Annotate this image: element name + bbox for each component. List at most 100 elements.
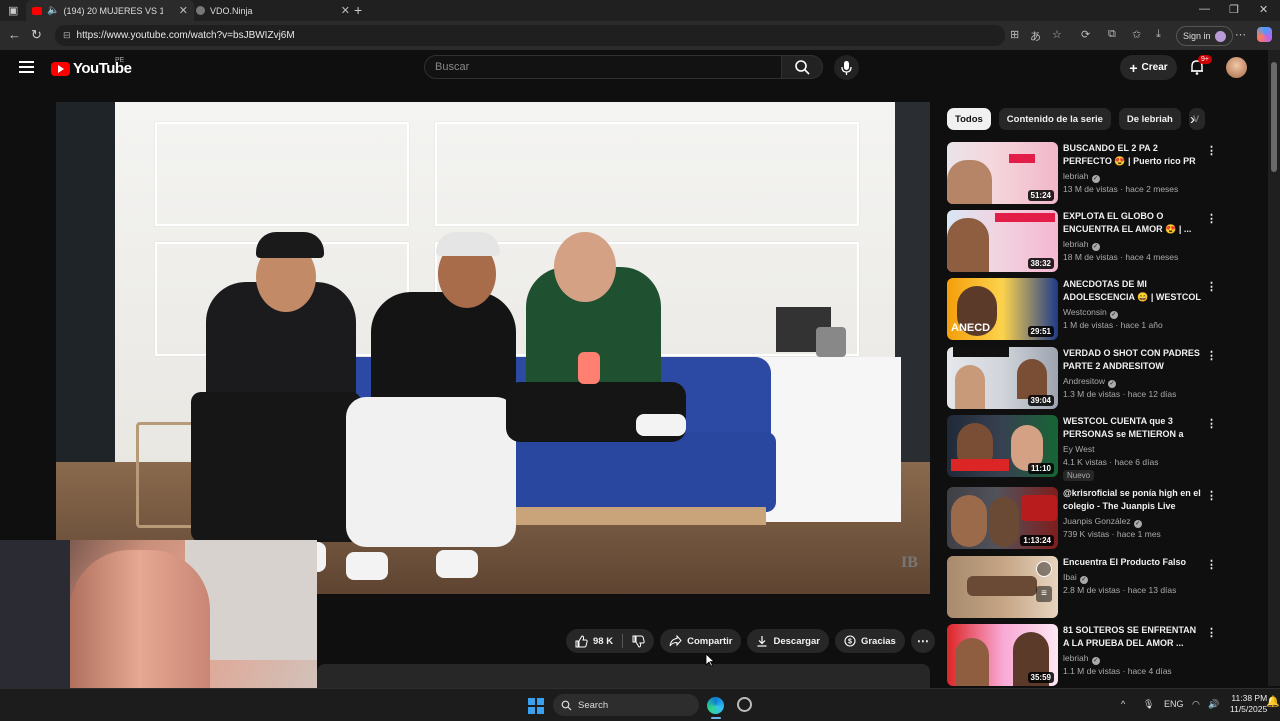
refresh-icon[interactable]: ↻ [31, 27, 42, 43]
wifi-icon[interactable]: ◠ [1192, 699, 1200, 710]
video-title[interactable]: BUSCANDO EL 2 PA 2 PERFECTO 😍 | Puerto r… [1063, 142, 1201, 168]
close-tab-icon[interactable]: ✕ [341, 4, 350, 17]
split-screen-icon[interactable]: ⧉ [1108, 28, 1116, 41]
recommendation-item[interactable]: ≡ Encuentra El Producto Falso Ibai ✓ 2.8 … [947, 556, 1217, 618]
recommendation-item[interactable]: ANECD 29:51 ANECDOTAS DE MI ADOLESCENCIA… [947, 278, 1217, 340]
system-clock[interactable]: 11:38 PM 11/5/2025 [1230, 693, 1267, 715]
video-thumbnail[interactable]: ≡ [947, 556, 1058, 618]
more-vertical-icon[interactable]: ⋮ [1206, 212, 1217, 225]
downloads-icon[interactable]: ⤓ [1156, 28, 1161, 41]
maximize-icon[interactable]: ❐ [1229, 3, 1239, 16]
minimize-icon[interactable]: — [1199, 3, 1210, 15]
recommendation-item[interactable]: 35:59 81 SOLTEROS SE ENFRENTAN A LA PRUE… [947, 624, 1217, 686]
watch-later-icon[interactable] [1036, 561, 1052, 577]
chip-series[interactable]: Contenido de la serie [998, 108, 1111, 130]
channel-name[interactable]: Ibai ✓ [1063, 572, 1088, 584]
favorites-icon[interactable]: ✩ [1132, 28, 1141, 41]
channel-name[interactable]: Ey West [1063, 444, 1095, 454]
app-available-icon[interactable]: ⊞ [1010, 28, 1019, 41]
video-thumbnail[interactable]: 1:13:24 [947, 487, 1058, 549]
share-button[interactable]: Compartir [660, 629, 742, 653]
more-vertical-icon[interactable]: ⋮ [1206, 349, 1217, 362]
video-thumbnail[interactable]: 39:04 [947, 347, 1058, 409]
tray-chevron-up-icon[interactable]: ^ [1121, 699, 1125, 709]
tab-youtube[interactable]: 🔈 (194) 20 MUJERES VS 1 ARTI... ✕ [26, 0, 194, 21]
video-thumbnail[interactable]: 11:10 [947, 415, 1058, 477]
translate-icon[interactable]: あ [1030, 28, 1041, 44]
site-info-icon[interactable]: ⊟ [63, 30, 71, 41]
download-button[interactable]: Descargar [747, 629, 829, 653]
video-title[interactable]: ANECDOTAS DE MI ADOLESCENCIA 😄 | WESTCOL [1063, 278, 1201, 304]
recommendation-item[interactable]: 38:32 EXPLOTA EL GLOBO O ENCUENTRA EL AM… [947, 210, 1217, 272]
video-title[interactable]: EXPLOTA EL GLOBO O ENCUENTRA EL AMOR 😍 |… [1063, 210, 1201, 236]
more-vertical-icon[interactable]: ⋮ [1206, 558, 1217, 571]
favorite-star-icon[interactable]: ☆ [1052, 28, 1062, 41]
like-button[interactable]: 98 K [566, 629, 622, 653]
channel-name[interactable]: Andresitow ✓ [1063, 376, 1117, 388]
more-vertical-icon[interactable]: ⋮ [1206, 417, 1217, 430]
search-input[interactable]: Buscar [424, 55, 781, 79]
search-button[interactable] [781, 55, 823, 79]
start-button[interactable] [528, 698, 544, 714]
more-vertical-icon[interactable]: ⋮ [1206, 280, 1217, 293]
dislike-button[interactable] [623, 629, 654, 653]
close-tab-icon[interactable]: ✕ [179, 4, 188, 17]
clock-app-icon[interactable] [737, 697, 752, 712]
video-title[interactable]: WESTCOL CUENTA que 3 PERSONAS se METIERO… [1063, 415, 1201, 441]
clock-date: 11/5/2025 [1230, 704, 1268, 714]
more-vertical-icon[interactable]: ⋮ [1206, 626, 1217, 639]
sign-in-button[interactable]: Sign in [1176, 26, 1233, 46]
video-title[interactable]: Encuentra El Producto Falso [1063, 556, 1201, 569]
video-thumbnail[interactable]: ANECD 29:51 [947, 278, 1058, 340]
more-vertical-icon[interactable]: ⋮ [1206, 489, 1217, 502]
chevron-right-icon[interactable]: › [1190, 111, 1195, 128]
more-options-icon[interactable]: ⋯ [1235, 28, 1246, 41]
copilot-icon[interactable] [1257, 27, 1272, 42]
video-title[interactable]: 81 SOLTEROS SE ENFRENTAN A LA PRUEBA DEL… [1063, 624, 1201, 650]
recommendation-item[interactable]: 1:13:24 @krisroficial se ponía high en e… [947, 487, 1217, 549]
voice-search-button[interactable] [834, 55, 859, 80]
tab-actions-icon[interactable]: ▣ [8, 4, 18, 17]
scrollbar-thumb[interactable] [1271, 62, 1277, 172]
taskbar-search[interactable]: Search [553, 694, 699, 716]
edge-browser-icon[interactable] [707, 697, 724, 714]
thanks-button[interactable]: $ Gracias [834, 629, 905, 653]
channel-name[interactable]: Juanpis González ✓ [1063, 516, 1142, 528]
more-actions-button[interactable]: ⋯ [910, 629, 935, 653]
video-thumbnail[interactable]: 38:32 [947, 210, 1058, 272]
speaker-icon[interactable]: 🔈 [47, 5, 59, 16]
back-icon[interactable]: ← [8, 27, 21, 42]
more-vertical-icon[interactable]: ⋮ [1206, 144, 1217, 157]
video-title[interactable]: @krisroficial se ponía high en el colegi… [1063, 487, 1201, 513]
chip-todos[interactable]: Todos [947, 108, 991, 130]
recommendation-item[interactable]: 39:04 VERDAD O SHOT CON PADRES PARTE 2 A… [947, 347, 1217, 409]
url-field[interactable]: ⊟ https://www.youtube.com/watch?v=bsJBWI… [55, 25, 1005, 46]
video-meta: 13 M de vistas · hace 2 meses [1063, 184, 1179, 194]
video-thumbnail[interactable]: 35:59 [947, 624, 1058, 686]
recommendation-item[interactable]: 51:24 BUSCANDO EL 2 PA 2 PERFECTO 😍 | Pu… [947, 142, 1217, 204]
menu-icon[interactable] [19, 61, 34, 73]
channel-name[interactable]: lebriah ✓ [1063, 239, 1100, 251]
new-tab-icon[interactable]: + [354, 2, 362, 18]
tray-microphone-icon[interactable]: 🎙 [1143, 699, 1154, 710]
channel-name[interactable]: lebriah ✓ [1063, 171, 1100, 183]
page-scrollbar[interactable] [1268, 50, 1280, 686]
volume-icon[interactable]: 🔊 [1208, 699, 1219, 710]
video-thumbnail[interactable]: 51:24 [947, 142, 1058, 204]
close-window-icon[interactable]: ✕ [1259, 3, 1268, 16]
add-to-queue-icon[interactable]: ≡ [1036, 586, 1052, 602]
language-indicator[interactable]: ENG [1164, 699, 1184, 709]
youtube-logo[interactable]: YouTube PE [51, 57, 132, 77]
chip-channel[interactable]: De lebriah [1118, 108, 1181, 130]
channel-name[interactable]: Westconsin ✓ [1063, 307, 1118, 319]
description-box[interactable] [317, 664, 930, 688]
video-player[interactable]: IB [56, 102, 930, 594]
video-title[interactable]: VERDAD O SHOT CON PADRES PARTE 2 ANDRESI… [1063, 347, 1201, 373]
recommendation-item[interactable]: 11:10 WESTCOL CUENTA que 3 PERSONAS se M… [947, 415, 1217, 481]
channel-name[interactable]: lebriah ✓ [1063, 653, 1100, 665]
extensions-icon[interactable]: ⟳ [1081, 28, 1090, 41]
tab-vdo-ninja[interactable]: VDO.Ninja ✕ [190, 0, 356, 21]
create-button[interactable]: + Crear [1120, 55, 1177, 80]
notification-center-icon[interactable]: 🔔 [1266, 695, 1280, 708]
account-avatar[interactable] [1226, 57, 1247, 78]
